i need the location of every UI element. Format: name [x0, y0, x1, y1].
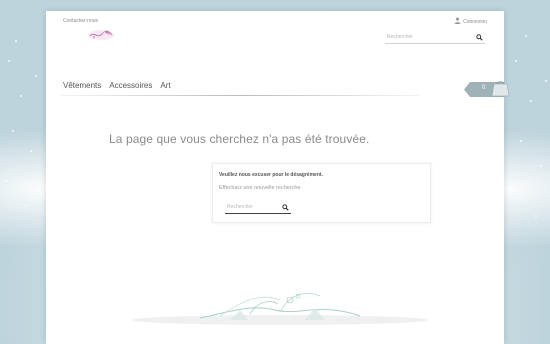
- search-icon[interactable]: [476, 28, 485, 46]
- user-icon: [454, 17, 461, 26]
- content-search-input[interactable]: [225, 203, 277, 210]
- not-found-box: Veuillez nous excuser pour le désagrémen…: [212, 163, 431, 223]
- search-again-text: Effectuez une nouvelle recherche: [219, 185, 301, 191]
- header-search: [385, 31, 485, 44]
- content-search: [225, 200, 291, 214]
- login-label: Connexion: [463, 18, 487, 25]
- login-link[interactable]: Connexion: [454, 17, 487, 26]
- apology-text: Veuillez nous excuser pour le désagrémen…: [219, 172, 323, 178]
- page-title: La page que vous cherchez n'a pas été tr…: [109, 132, 370, 146]
- header-search-input[interactable]: [385, 34, 467, 40]
- shopping-bag-icon: [494, 84, 509, 96]
- shop-logo[interactable]: [86, 28, 116, 42]
- cart-button[interactable]: 0: [464, 81, 511, 98]
- nav-divider: [60, 95, 420, 96]
- nav-item-vetements[interactable]: Vêtements: [63, 81, 101, 90]
- nav-item-accessoires[interactable]: Accessoires: [109, 81, 152, 90]
- search-icon[interactable]: [282, 198, 291, 216]
- page-container: Contactez-nous Connexion Vêtements Acces…: [46, 11, 504, 344]
- floral-decoration: [130, 282, 430, 328]
- contact-link[interactable]: Contactez-nous: [63, 18, 98, 24]
- cart-count: 0: [482, 85, 486, 91]
- nav-item-art[interactable]: Art: [160, 81, 170, 90]
- main-nav: Vêtements Accessoires Art: [63, 81, 171, 90]
